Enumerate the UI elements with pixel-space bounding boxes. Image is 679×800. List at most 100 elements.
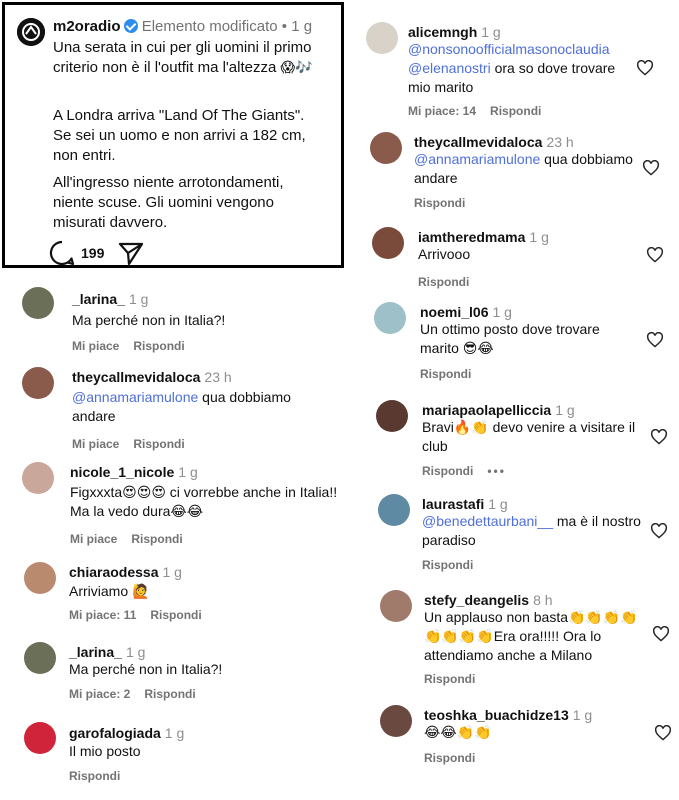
comment-meta: Rispondi (424, 672, 489, 686)
caption-paragraph-3: All'ingresso niente arrotondamenti, nien… (53, 174, 284, 231)
reply-button[interactable]: Rispondi (69, 769, 120, 783)
comment-text: Bravi🔥👏 devo venire a visitare il club (422, 419, 636, 454)
reply-button[interactable]: Rispondi (424, 751, 475, 765)
comment-username[interactable]: noemi_l06 (420, 304, 488, 320)
comment-username[interactable]: alicemngh (408, 24, 477, 40)
heart-icon[interactable] (642, 160, 660, 176)
comment-item: nicole_1_nicole 1 g Figxxxta😍😍😍 ci vorreb… (0, 460, 356, 550)
right-column: alicemngh 1 g @nonsonoofficialmasonoclaud… (356, 0, 679, 800)
comment-item: _larina_ 1 g Ma perché non in Italia?! Mi… (0, 640, 356, 710)
left-column: m2oradio Elemento modificato • 1 g Una s… (0, 0, 356, 800)
comment-meta: Rispondi (422, 558, 487, 572)
heart-icon[interactable] (646, 332, 664, 348)
heart-icon[interactable] (650, 523, 668, 539)
heart-icon[interactable] (646, 247, 664, 263)
post-avatar[interactable] (17, 18, 45, 46)
comment-text: 😂😂👏👏 (424, 724, 492, 740)
reply-button[interactable]: Rispondi (133, 437, 184, 451)
comment-avatar[interactable] (24, 562, 56, 594)
like-button[interactable]: Mi piace (72, 437, 119, 451)
verified-badge-icon (123, 19, 138, 33)
like-button[interactable]: Mi piace: 2 (69, 687, 130, 701)
post-username[interactable]: m2oradio (53, 18, 121, 35)
comment-text: @annamariamulone qua dobbiamo andare (72, 389, 291, 424)
reply-button[interactable]: Rispondi (490, 104, 541, 118)
comment-item: teoshka_buachidze13 1 g 😂😂👏👏 Rispondi (356, 703, 679, 778)
comment-text: Arriviamo 🙋 (69, 583, 150, 599)
comment-meta: Mi piace: 2 Rispondi (69, 687, 210, 701)
comment-text: Ma perché non in Italia?! (72, 312, 226, 328)
comment-meta: Rispondi ••• (422, 464, 520, 478)
post-time: 1 g (291, 18, 313, 35)
reply-button[interactable]: Rispondi (422, 558, 473, 572)
heart-icon[interactable] (650, 429, 668, 445)
comment-avatar[interactable] (380, 705, 412, 737)
comment-mention[interactable]: @annamariamulone (72, 389, 198, 405)
reply-button[interactable]: Rispondi (424, 672, 475, 686)
comment-username[interactable]: laurastafi (422, 496, 484, 512)
comment-text: Un ottimo posto dove trovare marito 😎😂 (420, 321, 600, 356)
comment-avatar[interactable] (370, 132, 402, 164)
reply-button[interactable]: Rispondi (422, 464, 473, 478)
radio-logo-icon (17, 18, 45, 46)
comment-avatar[interactable] (372, 227, 404, 259)
reply-button[interactable]: Rispondi (420, 367, 471, 381)
comment-username[interactable]: _larina_ (72, 291, 125, 307)
heart-icon[interactable] (636, 60, 654, 76)
comment-time: 1 g (492, 304, 512, 320)
comment-item: chiaraodessa 1 g Arriviamo 🙋 Mi piace: 11… (0, 560, 356, 630)
comment-avatar[interactable] (24, 722, 56, 754)
comment-item: _larina_ 1 g Ma perché non in Italia?! Mi… (0, 285, 356, 355)
comment-username[interactable]: stefy_deangelis (424, 592, 529, 608)
comment-avatar[interactable] (366, 22, 398, 54)
comment-username[interactable]: garofalogiada (69, 725, 161, 741)
comment-avatar[interactable] (22, 462, 54, 494)
reply-button[interactable]: Rispondi (144, 687, 195, 701)
comment-avatar[interactable] (376, 400, 408, 432)
comment-meta: Mi piace: 11 Rispondi (69, 608, 216, 622)
like-button[interactable]: Mi piace: 14 (408, 104, 476, 118)
comment-text: @benedettaurbani__ ma è il nostro paradi… (422, 513, 641, 548)
comment-meta: Rispondi (420, 367, 485, 381)
reply-button[interactable]: Rispondi (418, 275, 469, 289)
comment-time: 1 g (178, 464, 198, 480)
share-icon[interactable] (118, 240, 144, 266)
heart-icon[interactable] (652, 626, 670, 642)
comment-item: laurastafi 1 g @benedettaurbani__ ma è il… (356, 492, 679, 577)
comment-item: alicemngh 1 g @nonsonoofficialmasonoclaud… (356, 20, 679, 120)
comment-username[interactable]: teoshka_buachidze13 (424, 707, 569, 723)
reply-button[interactable]: Rispondi (414, 196, 465, 210)
more-options-icon[interactable]: ••• (487, 464, 506, 478)
comment-item: theycallmevidaloca 23 h @annamariamulone … (0, 365, 356, 455)
comment-username[interactable]: iamtheredmama (418, 229, 525, 245)
comment-mention[interactable]: @benedettaurbani__ (422, 513, 553, 529)
comment-avatar[interactable] (22, 287, 54, 319)
comment-avatar[interactable] (24, 642, 56, 674)
like-button[interactable]: Mi piace: 11 (69, 608, 136, 622)
comment-avatar[interactable] (22, 367, 54, 399)
comment-time: 1 g (128, 291, 149, 307)
comment-username[interactable]: nicole_1_nicole (70, 464, 174, 480)
like-button[interactable]: Mi piace (72, 339, 119, 353)
comment-icon[interactable] (49, 240, 75, 266)
comment-avatar[interactable] (380, 590, 412, 622)
reply-button[interactable]: Rispondi (131, 532, 182, 546)
comment-username[interactable]: chiaraodessa (69, 564, 159, 580)
like-button[interactable]: Mi piace (70, 532, 117, 546)
caption-paragraph-1: Una serata in cui per gli uomini il prim… (53, 39, 313, 76)
comment-username[interactable]: theycallmevidaloca (72, 369, 200, 385)
comment-text: Il mio posto (69, 743, 141, 759)
heart-icon[interactable] (654, 725, 672, 741)
comment-text: Figxxxta😍😍😍 ci vorrebbe anche in Italia!… (70, 484, 338, 519)
reply-button[interactable]: Rispondi (133, 339, 184, 353)
comment-meta: Rispondi (414, 196, 479, 210)
comment-meta: Rispondi (424, 751, 489, 765)
comment-avatar[interactable] (374, 302, 406, 334)
reply-button[interactable]: Rispondi (150, 608, 201, 622)
comment-time: 1 g (572, 707, 593, 723)
comment-avatar[interactable] (378, 494, 410, 526)
comment-username[interactable]: _larina_ (69, 644, 122, 660)
comment-mention[interactable]: @annamariamulone (414, 151, 540, 167)
comment-username[interactable]: theycallmevidaloca (414, 134, 542, 150)
comment-username[interactable]: mariapaolapelliccia (422, 402, 551, 418)
